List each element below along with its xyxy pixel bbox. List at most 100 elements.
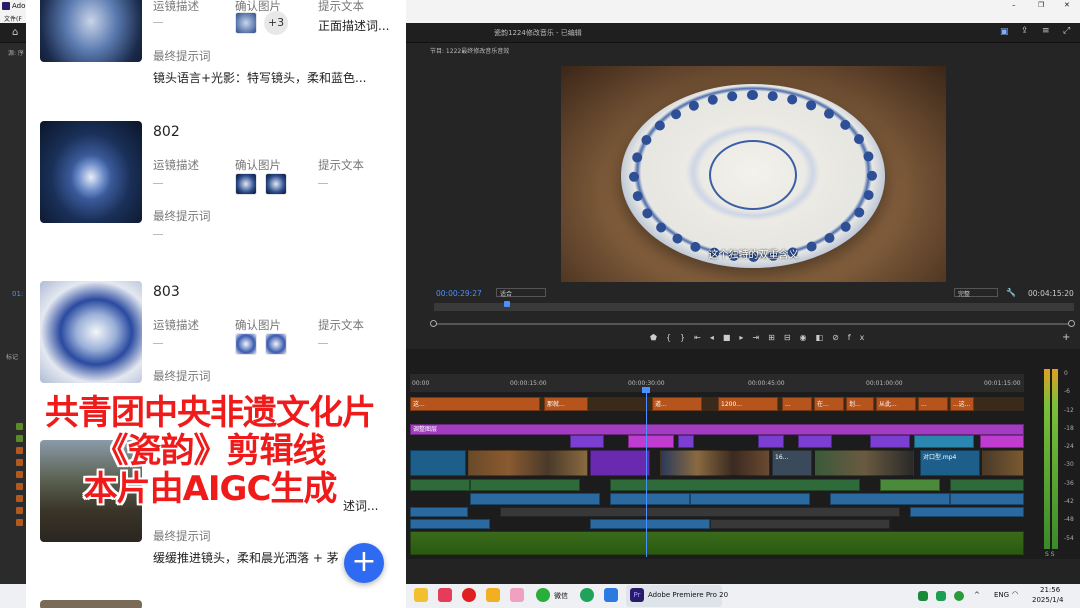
current-timecode[interactable]: 00:00:29:27 [436, 289, 482, 298]
tray-icon[interactable] [936, 591, 946, 601]
audio-clip[interactable] [410, 519, 490, 529]
timeline-ruler[interactable]: 00:00 00:00:15:00 00:00:30:00 00:00:45:0… [410, 374, 1024, 392]
caption-clip[interactable]: 1200... [718, 397, 778, 411]
netease-music-icon[interactable] [462, 588, 476, 602]
zoom-scrollbar[interactable] [434, 303, 1074, 311]
audio-clip[interactable] [500, 507, 900, 517]
app-icon-green[interactable] [580, 588, 594, 602]
audio-clip[interactable] [690, 493, 810, 505]
caption-clip[interactable]: ... [782, 397, 812, 411]
image-thumbnail[interactable] [265, 333, 287, 355]
scrub-bar[interactable] [434, 323, 1074, 325]
caption-clip[interactable]: 从此... [876, 397, 916, 411]
image-thumbnail[interactable] [235, 333, 257, 355]
app-icon-red[interactable] [438, 588, 452, 602]
close-icon[interactable]: ✕ [1064, 1, 1070, 9]
caption-clip[interactable]: ... [918, 397, 948, 411]
audio-clip[interactable] [470, 493, 600, 505]
marker-panel-tab[interactable]: 标记 [6, 352, 18, 361]
video-clip[interactable] [982, 450, 1024, 476]
shot-thumbnail[interactable] [40, 281, 142, 383]
caption-clip[interactable]: 那就... [544, 397, 588, 411]
fullscreen-icon[interactable]: ⤢ [1063, 26, 1070, 36]
audio-clip[interactable] [830, 493, 950, 505]
tray-icon[interactable] [954, 591, 964, 601]
image-thumbnail[interactable] [235, 12, 257, 34]
scrub-start-handle[interactable] [430, 320, 437, 327]
video-clip[interactable] [468, 450, 588, 476]
home-icon[interactable]: ⌂ [12, 27, 18, 38]
video-clip[interactable] [758, 435, 784, 448]
scrub-end-handle[interactable] [1068, 320, 1075, 327]
meter-solo-labels[interactable]: S S [1045, 551, 1055, 558]
app-icon-pink[interactable] [510, 588, 524, 602]
marker-icon[interactable]: ⬟ [650, 333, 666, 342]
video-clip[interactable] [678, 435, 694, 448]
more-images-badge[interactable]: +3 [264, 11, 288, 35]
adjustment-clip[interactable]: 调整图层 [410, 424, 1024, 435]
wrench-icon[interactable]: 🔧 [1006, 288, 1016, 297]
fx-icon[interactable]: fx [848, 333, 874, 342]
extract-icon[interactable]: ⊟ [784, 333, 800, 342]
app-icon-blue[interactable] [604, 588, 618, 602]
audio-clip[interactable] [610, 479, 860, 491]
minimize-icon[interactable]: – [1012, 1, 1016, 9]
program-tab[interactable]: 节目: 1222最终修改音乐音效 [430, 46, 509, 55]
video-clip[interactable] [980, 435, 1024, 448]
in-point-icon[interactable]: { [666, 333, 680, 342]
stop-icon[interactable]: ■ [723, 333, 740, 342]
settings-icon[interactable]: ≡ [1042, 26, 1050, 36]
timeline-playhead[interactable] [646, 389, 647, 557]
add-button-icon[interactable]: + [1062, 332, 1070, 343]
video-clip[interactable] [590, 450, 650, 476]
file-explorer-icon[interactable] [414, 588, 428, 602]
audio-clip[interactable] [590, 519, 710, 529]
video-clip[interactable] [814, 450, 914, 476]
caption-clip[interactable]: 这... [410, 397, 540, 411]
camera-icon[interactable]: ◉ [800, 333, 816, 342]
audio-clip[interactable] [410, 507, 468, 517]
chevron-up-icon[interactable]: ^ [974, 591, 980, 599]
zoom-select[interactable]: 适合 [496, 288, 546, 298]
lift-icon[interactable]: ⊞ [768, 333, 784, 342]
shot-thumbnail[interactable] [40, 121, 142, 223]
wifi-icon[interactable]: ◠ [1012, 590, 1018, 598]
app-icon-yellow[interactable] [486, 588, 500, 602]
workspace-icon[interactable]: ▣ [1000, 27, 1009, 37]
audio-clip[interactable] [950, 493, 1024, 505]
maximize-icon[interactable]: ❐ [1038, 1, 1044, 9]
out-point-icon[interactable]: } [680, 333, 694, 342]
quality-select[interactable]: 完整 [954, 288, 998, 298]
music-clip[interactable] [410, 531, 1024, 555]
audio-clip[interactable] [710, 519, 890, 529]
video-clip[interactable] [870, 435, 910, 448]
wechat-icon[interactable] [536, 588, 550, 602]
shot-card[interactable]: 运镜描述 确认图片 +3 提示文本 正面描述词... 最终提示词 镜头语言+光影… [40, 0, 400, 100]
proxy-icon[interactable]: ⊘ [832, 333, 848, 342]
image-thumbnail[interactable] [235, 173, 257, 195]
tray-icon[interactable] [918, 591, 928, 601]
video-clip[interactable]: 16... [772, 450, 812, 476]
video-clip[interactable] [570, 435, 604, 448]
audio-clip[interactable] [950, 479, 1024, 491]
premiere-taskbar-icon[interactable]: Pr [630, 588, 644, 602]
language-indicator[interactable]: ENG [994, 591, 1009, 599]
go-to-out-icon[interactable]: ⇥ [752, 333, 768, 342]
caption-clip[interactable]: 划... [846, 397, 874, 411]
video-clip[interactable]: 对口型.mp4 [920, 450, 980, 476]
video-clip[interactable] [660, 450, 770, 476]
compare-icon[interactable]: ◧ [816, 333, 833, 342]
step-back-icon[interactable]: ◂ [710, 333, 723, 342]
shot-thumbnail[interactable] [40, 0, 142, 62]
caption-clip[interactable]: 道... [652, 397, 702, 411]
audio-clip[interactable] [610, 493, 690, 505]
wechat-label[interactable]: 微信 [554, 591, 568, 601]
video-clip[interactable] [628, 435, 674, 448]
shot-card-802[interactable]: 802 运镜描述 确认图片 提示文本 最终提示词 [40, 121, 400, 261]
clock-date[interactable]: 2025/1/4 [1032, 596, 1063, 604]
video-clip[interactable] [914, 435, 974, 448]
step-forward-icon[interactable]: ▸ [739, 333, 752, 342]
add-shot-button[interactable]: + [344, 543, 384, 583]
menu-file[interactable]: 文件(F [4, 14, 22, 23]
clock-time[interactable]: 21:56 [1040, 586, 1060, 594]
